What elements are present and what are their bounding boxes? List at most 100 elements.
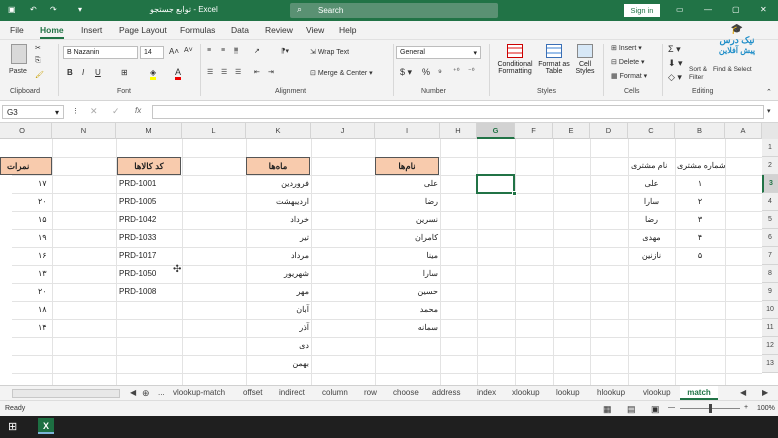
underline-button[interactable]: U	[95, 68, 101, 77]
row-header[interactable]: 7	[762, 247, 778, 265]
fill-color-icon[interactable]: ◈	[150, 68, 157, 80]
name-box[interactable]: G3 ▾	[2, 105, 64, 119]
cell-k[interactable]: اردیبهشت	[246, 193, 309, 211]
scroll-right-icon[interactable]: ▶	[762, 388, 768, 397]
cell-o[interactable]: ۱۳	[38, 265, 47, 283]
column-header-f[interactable]: F	[515, 123, 553, 139]
cell-m[interactable]: PRD-1050	[119, 265, 156, 283]
align-center-icon[interactable]: ☰	[221, 68, 227, 76]
cell-i[interactable]: علی	[375, 175, 438, 193]
cell-k[interactable]: مرداد	[246, 247, 309, 265]
next-sheet-icon[interactable]: ◀	[740, 388, 746, 397]
windows-start-icon[interactable]: ⊞	[8, 420, 17, 433]
tab-file[interactable]: File	[10, 25, 24, 35]
column-header-g[interactable]: G	[477, 123, 515, 139]
format-painter-icon[interactable]: 🖌	[35, 71, 44, 79]
cell-k[interactable]: دی	[246, 337, 309, 355]
zoom-in-icon[interactable]: +	[744, 404, 748, 411]
format-as-table-button[interactable]: Format as Table	[538, 44, 570, 75]
font-size-field[interactable]: 14	[140, 46, 164, 59]
row-header[interactable]: 4	[762, 193, 778, 211]
cell-o[interactable]: ۱۵	[38, 211, 47, 229]
column-header-o[interactable]: O	[0, 123, 52, 139]
percent-icon[interactable]: %	[422, 67, 430, 77]
ribbon-display-icon[interactable]: ▭	[676, 5, 684, 14]
rtl-icon[interactable]: ⁋▾	[281, 47, 289, 55]
column-header-i[interactable]: I	[375, 123, 440, 139]
redo-icon[interactable]: ↷	[50, 5, 57, 14]
column-header-b[interactable]: B	[675, 123, 725, 139]
cell-i[interactable]: نسرین	[375, 211, 438, 229]
header-cell-i[interactable]: نام‌ها	[375, 157, 439, 175]
zoom-out-icon[interactable]: —	[668, 404, 675, 411]
bold-button[interactable]: B	[67, 68, 73, 77]
paste-button[interactable]: Paste	[9, 44, 29, 84]
copy-icon[interactable]: ⎘	[35, 57, 41, 65]
fill-handle[interactable]	[512, 191, 517, 196]
collapse-ribbon-icon[interactable]: ⌃	[766, 88, 772, 96]
tab-help[interactable]: Help	[339, 25, 356, 35]
column-header-m[interactable]: M	[116, 123, 182, 139]
tab-page-layout[interactable]: Page Layout	[119, 25, 167, 35]
cell-k[interactable]: تیر	[246, 229, 309, 247]
conditional-formatting-button[interactable]: Conditional Formatting	[492, 44, 538, 75]
row-header[interactable]: 2	[762, 157, 778, 175]
column-header-e[interactable]: E	[553, 123, 590, 139]
cell-i[interactable]: سمانه	[375, 319, 438, 337]
align-right-icon[interactable]: ☰	[235, 68, 241, 76]
cell-b[interactable]: ۲	[675, 193, 725, 211]
horizontal-scrollbar[interactable]	[12, 389, 120, 398]
cell-b[interactable]: ۳	[675, 211, 725, 229]
sheet-tab-indirect[interactable]: indirect	[279, 388, 305, 397]
cell-c[interactable]: سارا	[628, 193, 675, 211]
column-header-a[interactable]: A	[725, 123, 762, 139]
cell-c[interactable]: نازنین	[628, 247, 675, 265]
cell-styles-button[interactable]: Cell Styles	[570, 44, 600, 75]
sheet-tab-vlookup[interactable]: vlookup	[643, 388, 671, 397]
orientation-icon[interactable]: ↗	[254, 47, 260, 55]
cell-i[interactable]: کامران	[375, 229, 438, 247]
clear-icon[interactable]: ◇ ▾	[668, 72, 682, 83]
tab-data[interactable]: Data	[231, 25, 249, 35]
cell-o[interactable]: ۱۹	[38, 229, 47, 247]
sheet-tab-address[interactable]: address	[432, 388, 460, 397]
tab-insert[interactable]: Insert	[81, 25, 102, 35]
cell-i[interactable]: حسین	[375, 283, 438, 301]
sheet-tab-choose[interactable]: choose	[393, 388, 419, 397]
align-top-icon[interactable]: ≡	[207, 47, 211, 54]
row-header[interactable]: 9	[762, 283, 778, 301]
cell-o[interactable]: ۱۴	[38, 319, 47, 337]
cell-b[interactable]: ۴	[675, 229, 725, 247]
active-cell-g3[interactable]	[476, 174, 515, 194]
zoom-slider-thumb[interactable]	[709, 404, 712, 413]
row-header[interactable]: 6	[762, 229, 778, 247]
cell-i[interactable]: محمد	[375, 301, 438, 319]
expand-formula-icon[interactable]: ▾	[767, 107, 771, 115]
cell-k[interactable]: خرداد	[246, 211, 309, 229]
cell-b[interactable]: ۵	[675, 247, 725, 265]
find-select-button[interactable]: Find & Select	[713, 66, 753, 74]
cell-m[interactable]: PRD-1008	[119, 283, 156, 301]
cut-icon[interactable]: ✂	[35, 44, 41, 52]
page-layout-view-icon[interactable]: ▤	[627, 404, 636, 415]
row-header[interactable]: 12	[762, 337, 778, 355]
cell-o[interactable]: ۲۰	[38, 283, 47, 301]
sheet-tab-index[interactable]: index	[477, 388, 496, 397]
minimize-icon[interactable]: —	[704, 5, 712, 14]
row-header[interactable]: 13	[762, 355, 778, 373]
font-name-field[interactable]: B Nazanin	[63, 46, 138, 59]
insert-cells-button[interactable]: ⊞ Insert ▾	[611, 44, 642, 52]
cell-m[interactable]: PRD-1017	[119, 247, 156, 265]
cancel-entry-icon[interactable]: ✕	[90, 106, 98, 117]
column-header-j[interactable]: J	[311, 123, 375, 139]
sheet-tab-hlookup[interactable]: hlookup	[597, 388, 625, 397]
more-options-icon[interactable]: ⋮	[72, 107, 79, 115]
row-header[interactable]: 8	[762, 265, 778, 283]
cell-m[interactable]: PRD-1042	[119, 211, 156, 229]
zoom-slider[interactable]	[680, 404, 740, 413]
cell-k[interactable]: شهریور	[246, 265, 309, 283]
align-left-icon[interactable]: ☰	[207, 68, 213, 76]
italic-button[interactable]: I	[82, 68, 84, 77]
sheet-tab-offset[interactable]: offset	[243, 388, 262, 397]
cell-i[interactable]: رضا	[375, 193, 438, 211]
